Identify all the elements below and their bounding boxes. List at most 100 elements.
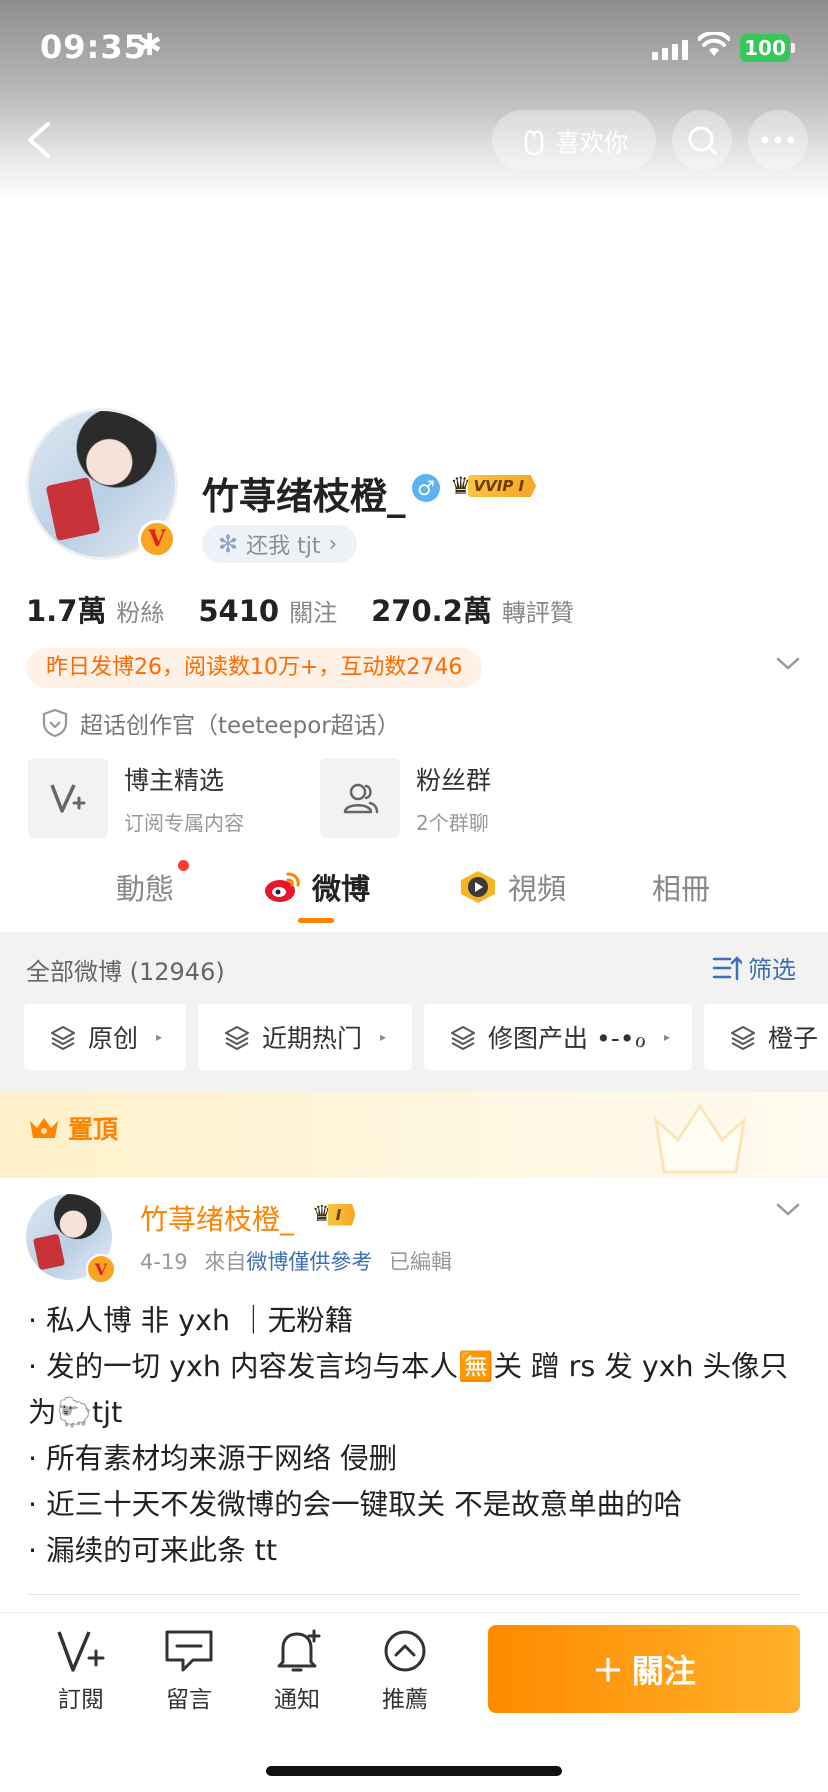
post-body: · 私人博 非 yxh ｜无粉籍 · 发的一切 yxh 内容发言均与本人🈚关 蹭…	[28, 1298, 808, 1574]
more-dots-icon	[761, 136, 795, 144]
interactions-label: 轉評贊	[501, 599, 574, 627]
card-title: 博主精选	[124, 765, 225, 795]
blogger-selection-card[interactable]: 博主精选 订阅专属内容	[28, 756, 244, 840]
following-count[interactable]: 5410	[198, 594, 279, 628]
video-play-icon	[461, 871, 495, 903]
status-text: 还我 tjt	[246, 534, 321, 559]
search-icon	[688, 126, 717, 155]
post-line: · 所有素材均来源于网络 侵删	[28, 1442, 398, 1475]
following-label: 關注	[289, 599, 338, 627]
active-tab-indicator	[298, 918, 334, 923]
recommend-button[interactable]: 推薦	[360, 1628, 450, 1714]
vvip-label: VVIP I	[467, 475, 537, 497]
bottom-bar-label: 通知	[274, 1687, 320, 1713]
notification-dot	[178, 860, 189, 871]
snowflake-icon: ✻	[218, 530, 239, 558]
post-line: · 私人博 非 yxh ｜无粉籍	[28, 1304, 354, 1337]
interactions-count[interactable]: 270.2萬	[371, 588, 492, 630]
verified-v-icon: V	[138, 520, 176, 558]
tab-album[interactable]: 相冊	[652, 866, 710, 908]
layers-icon	[451, 1026, 475, 1050]
post-source[interactable]: 微博僅供參考	[246, 1250, 372, 1274]
profile-name: 竹荨绪枝橙_	[202, 475, 406, 518]
signal-icon	[652, 38, 688, 60]
bottom-bar-label: 訂閱	[58, 1687, 104, 1713]
hand-heart-icon	[524, 130, 544, 155]
weibo-logo-icon	[265, 872, 300, 902]
status-extra-icon: ✱	[137, 28, 163, 63]
tab-label: 動態	[116, 872, 175, 906]
super-topic-label: 超话创作官（teeteepor超话）	[80, 713, 400, 739]
post-meta: 4-19 來自微博僅供參考 已編輯	[140, 1246, 452, 1276]
v-plus-icon	[28, 758, 108, 838]
caret-right-icon: ▸	[156, 1030, 163, 1044]
message-icon	[165, 1630, 213, 1672]
tab-label: 相冊	[652, 872, 711, 906]
post-author-avatar[interactable]: V	[26, 1194, 116, 1284]
post-line: · 发的一切 yxh 内容发言均与本人🈚关 蹭 rs 发 yxh 头像只为🐑tj…	[28, 1350, 789, 1429]
tab-dynamics[interactable]: 動態	[116, 866, 174, 908]
divider	[28, 1594, 800, 1595]
card-title: 粉丝群	[416, 765, 492, 795]
card-subtitle: 2个群聊	[416, 810, 489, 835]
status-pill[interactable]: ✻ 还我 tjt ›	[202, 525, 358, 563]
like-you-label: 喜欢你	[556, 128, 628, 157]
group-icon	[320, 758, 400, 838]
all-posts-count: 全部微博 (12946)	[26, 958, 225, 986]
activity-summary[interactable]: 昨日发博26，阅读数10万+，互动数2746	[26, 648, 483, 688]
more-button[interactable]	[748, 110, 808, 170]
post-vip-label: I	[327, 1203, 356, 1226]
bottom-bar-label: 推薦	[382, 1687, 428, 1713]
recommend-icon	[384, 1630, 426, 1672]
chip-photo-edits[interactable]: 修图产出 •-•ℴ ▸	[424, 1004, 692, 1070]
verified-v-icon: V	[86, 1254, 116, 1284]
profile-avatar[interactable]: V	[26, 408, 178, 560]
bottom-bar-label: 留言	[166, 1687, 212, 1713]
expand-chevron-icon[interactable]	[776, 656, 800, 672]
chip-label: 橙子	[768, 1024, 819, 1053]
subscribe-icon	[57, 1631, 105, 1672]
super-topic-row[interactable]: 超话创作官（teeteepor超话）	[42, 706, 400, 740]
like-you-button[interactable]: 喜欢你	[492, 110, 656, 170]
back-icon[interactable]	[20, 118, 60, 162]
battery-indicator: 100	[740, 34, 790, 62]
filter-label: 筛选	[748, 956, 796, 984]
post-author-name[interactable]: 竹荨绪枝橙_	[140, 1198, 294, 1238]
tab-weibo[interactable]: 微博	[262, 866, 370, 908]
vvip-badge[interactable]: ♛ VVIP I	[450, 472, 537, 500]
layers-icon	[51, 1026, 75, 1050]
tab-label: 微博	[312, 872, 371, 906]
followers-count[interactable]: 1.7萬	[26, 588, 106, 630]
post-vip-badge[interactable]: ♛ I	[312, 1202, 356, 1227]
search-button[interactable]	[672, 110, 732, 170]
subscribe-button[interactable]: 訂閱	[36, 1628, 126, 1714]
message-button[interactable]: 留言	[144, 1628, 234, 1714]
layers-icon	[731, 1026, 755, 1050]
follow-button[interactable]: + 關注	[488, 1625, 800, 1713]
post-from-prefix: 來自	[204, 1250, 247, 1274]
status-time: 09:35	[40, 28, 147, 66]
chevron-right-icon: ›	[328, 531, 338, 557]
profile-stats: 1.7萬 粉絲 5410 關注 270.2萬 轉評贊	[26, 588, 608, 630]
male-gender-icon: ♂	[412, 474, 440, 502]
bell-icon	[277, 1629, 321, 1672]
chip-original[interactable]: 原创 ▸	[24, 1004, 186, 1070]
caret-right-icon: ▸	[664, 1030, 671, 1044]
pinned-label: 置頂	[28, 1110, 118, 1146]
post-edited: 已編輯	[389, 1250, 453, 1274]
fan-group-card[interactable]: 粉丝群 2个群聊	[320, 756, 491, 840]
post-menu-chevron-icon[interactable]	[776, 1202, 800, 1218]
profile-tabs: 動態 微博 視頻 相冊	[0, 856, 828, 932]
chip-label: 原创	[88, 1024, 139, 1053]
post-line: · 漏续的可来此条 tt	[28, 1534, 278, 1567]
shield-icon	[42, 708, 68, 738]
tab-label: 視頻	[508, 872, 567, 906]
battery-tip	[791, 43, 795, 53]
notify-button[interactable]: 通知	[252, 1628, 342, 1714]
chip-recent-hot[interactable]: 近期热门 ▸	[198, 1004, 412, 1070]
chip-label: 修图产出 •-•ℴ	[488, 1024, 647, 1053]
chip-orange[interactable]: 橙子	[704, 1004, 828, 1070]
chip-label: 近期热门	[262, 1024, 363, 1053]
filter-button[interactable]: 筛选	[712, 950, 796, 985]
tab-video[interactable]: 視頻	[458, 866, 566, 908]
